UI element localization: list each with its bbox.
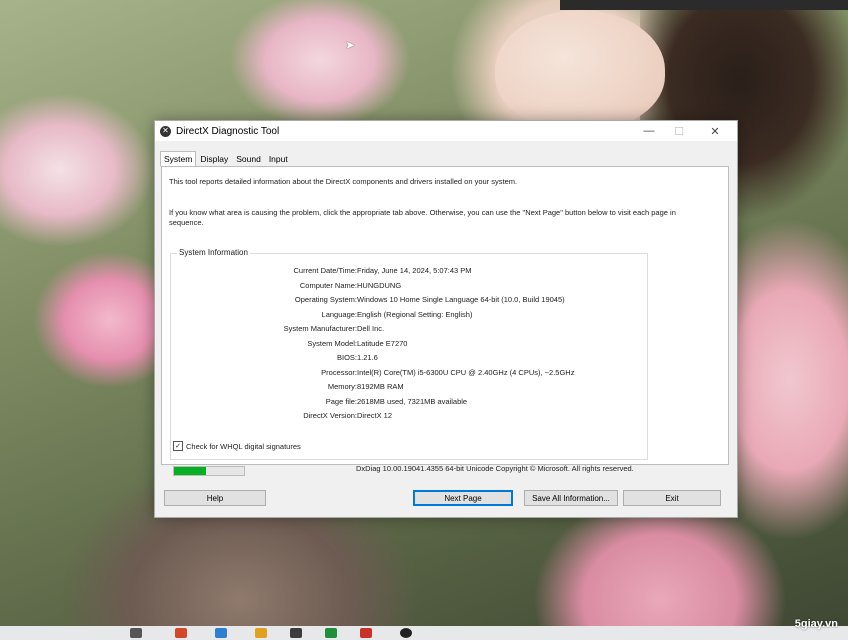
system-info-label: BIOS:: [336, 353, 357, 362]
system-info-value: HUNGDUNG: [357, 280, 402, 290]
system-info-label: DirectX Version:: [303, 411, 357, 420]
system-info-row: Memory: 8192MB RAM: [171, 382, 647, 394]
directx-diagnostic-window: ✕ DirectX Diagnostic Tool — ☐ ✕ System D…: [154, 120, 738, 518]
taskbar-app-icon[interactable]: [175, 628, 187, 638]
intro-text: This tool reports detailed information a…: [169, 177, 518, 186]
system-info-label: Processor:: [321, 367, 357, 377]
intro-instructions: If you know what area is causing the pro…: [169, 208, 676, 227]
progress-fill: [174, 467, 206, 475]
whql-checkbox-row[interactable]: ✓ Check for WHQL digital signatures: [173, 441, 301, 451]
close-button[interactable]: ✕: [701, 123, 729, 139]
system-info-label: Computer Name:: [299, 280, 357, 290]
system-info-value: 8192MB RAM: [357, 382, 404, 391]
minimize-button[interactable]: —: [635, 123, 663, 139]
taskbar: [0, 626, 848, 640]
system-tab-panel: This tool reports detailed information a…: [161, 166, 729, 465]
system-info-label: Current Date/Time:: [293, 266, 358, 275]
window-title: DirectX Diagnostic Tool: [176, 125, 280, 137]
system-information-group: System Information Current Date/Time: Fri…: [170, 248, 648, 460]
taskbar-app-icon[interactable]: [215, 628, 227, 638]
system-info-row: System Model: Latitude E7270: [171, 339, 647, 351]
system-info-label: Page file:: [325, 396, 357, 406]
title-bar[interactable]: ✕ DirectX Diagnostic Tool — ☐ ✕: [155, 121, 737, 141]
tab-strip: System Display Sound Input: [160, 151, 292, 167]
group-title: System Information: [177, 248, 250, 257]
system-info-row: Processor: Intel(R) Core(TM) i5-6300U CPU…: [171, 368, 647, 380]
system-info-row: System Manufacturer: Dell Inc.: [171, 324, 647, 336]
taskbar-directx-icon[interactable]: [400, 628, 412, 638]
system-info-row: Operating System: Windows 10 Home Single …: [171, 295, 647, 307]
system-info-value: 1.21.6: [357, 353, 378, 362]
next-page-button[interactable]: Next Page: [413, 490, 513, 506]
system-info-label: Operating System:: [294, 295, 357, 304]
system-info-label: System Model:: [307, 338, 357, 348]
system-info-row: BIOS: 1.21.6: [171, 353, 647, 365]
help-button[interactable]: Help: [164, 490, 266, 506]
system-info-label: Language:: [321, 309, 357, 319]
copyright-text: DxDiag 10.00.19041.4355 64-bit Unicode C…: [356, 464, 634, 473]
system-info-label: Memory:: [327, 382, 357, 391]
taskbar-app-icon[interactable]: [290, 628, 302, 638]
whql-checkbox[interactable]: ✓: [173, 441, 183, 451]
system-info-value: DirectX 12: [357, 411, 393, 420]
system-info-value: Windows 10 Home Single Language 64-bit (…: [357, 295, 565, 304]
maximize-button[interactable]: ☐: [665, 123, 693, 139]
tab-sound[interactable]: Sound: [232, 151, 265, 167]
tab-system[interactable]: System: [160, 151, 197, 167]
system-info-row: Page file: 2618MB used, 7321MB available: [171, 397, 647, 409]
taskbar-app-icon[interactable]: [130, 628, 142, 638]
system-info-value: Latitude E7270: [357, 338, 408, 348]
exit-button[interactable]: Exit: [623, 490, 721, 506]
system-info-value: Friday, June 14, 2024, 5:07:43 PM: [357, 266, 472, 275]
taskbar-app-icon[interactable]: [360, 628, 372, 638]
system-info-row: DirectX Version: DirectX 12: [171, 411, 647, 423]
system-info-row: Language: English (Regional Setting: Engl…: [171, 310, 647, 322]
taskbar-app-icon[interactable]: [255, 628, 267, 638]
save-all-information-button[interactable]: Save All Information...: [524, 490, 618, 506]
system-info-label: System Manufacturer:: [283, 324, 357, 333]
system-info-value: 2618MB used, 7321MB available: [357, 396, 468, 406]
system-info-value: Intel(R) Core(TM) i5-6300U CPU @ 2.40GHz…: [357, 367, 575, 377]
tab-display[interactable]: Display: [196, 151, 232, 167]
wallpaper-face: [495, 10, 665, 130]
screen-bezel: [560, 0, 848, 10]
whql-label: Check for WHQL digital signatures: [186, 441, 301, 451]
tab-input[interactable]: Input: [265, 151, 292, 167]
progress-bar: [173, 466, 245, 476]
system-info-row: Current Date/Time: Friday, June 14, 2024,…: [171, 266, 647, 278]
mouse-cursor-icon: ➤: [345, 38, 356, 52]
system-info-row: Computer Name: HUNGDUNG: [171, 281, 647, 293]
system-info-value: English (Regional Setting: English): [357, 309, 473, 319]
watermark: 5giay.vn: [794, 618, 838, 630]
taskbar-app-icon[interactable]: [325, 628, 337, 638]
system-info-value: Dell Inc.: [357, 324, 385, 333]
directx-icon: ✕: [160, 125, 171, 137]
